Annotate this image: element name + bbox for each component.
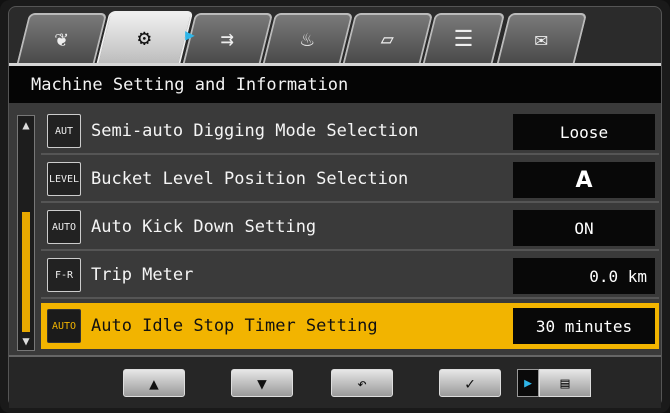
heater-icon: ♨ <box>301 26 315 52</box>
down-button[interactable]: ▼ <box>231 369 293 397</box>
back-button[interactable]: ↶ <box>331 369 393 397</box>
back-arrow-icon: ↶ <box>357 373 367 393</box>
settings-list: ▲ ▼ AUT Semi-auto Digging Mode Selection… <box>9 103 661 355</box>
list-item-label: Bucket Level Position Selection <box>91 169 409 189</box>
list-item-auto-idle-stop[interactable]: AUTO Auto Idle Stop Timer Setting 30 min… <box>41 303 659 349</box>
scroll-up-arrow-icon[interactable]: ▲ <box>18 116 34 134</box>
semi-auto-digging-icon: AUT <box>47 114 81 148</box>
machine-settings-icon: ⚙ <box>138 25 152 51</box>
confirm-button[interactable]: ✓ <box>439 369 501 397</box>
menu-list-icon: ☰ <box>453 26 474 52</box>
trip-meter-icon: F-R <box>47 258 81 292</box>
tab-bar: ❦ ⚙ ▶ ⇉ ♨ ▱ ☰ ✉ <box>9 7 661 63</box>
exhaust-icon: ⇉ <box>221 26 235 52</box>
checkmark-icon: ✓ <box>465 373 475 393</box>
menu-button-group: ▶ ▤ <box>517 369 597 397</box>
monitor-display: ❦ ⚙ ▶ ⇉ ♨ ▱ ☰ ✉ Machine Setting and Info <box>8 6 662 408</box>
manual-book-icon: ▱ <box>381 26 395 52</box>
tab-manual[interactable]: ▱ <box>342 13 434 63</box>
list-item-value: Loose <box>513 114 655 150</box>
mail-icon: ✉ <box>535 26 549 52</box>
list-item-value: ON <box>513 210 655 246</box>
menu-button[interactable]: ▤ <box>539 369 591 397</box>
list-item-auto-kick-down[interactable]: AUTO Auto Kick Down Setting ON <box>41 205 659 251</box>
list-item-label: Auto Kick Down Setting <box>91 217 317 237</box>
tab-machine-settings[interactable]: ⚙ <box>96 11 194 63</box>
bucket-level-icon: LEVEL <box>47 162 81 196</box>
scrollbar[interactable]: ▲ ▼ <box>17 115 35 351</box>
list-item-label: Semi-auto Digging Mode Selection <box>91 121 419 141</box>
scrollbar-thumb[interactable] <box>22 212 30 332</box>
menu-list-icon: ▤ <box>560 374 570 392</box>
leaf-icon: ❦ <box>55 26 69 52</box>
list-item-label: Trip Meter <box>91 265 194 285</box>
menu-pointer-arrow-icon: ▶ <box>517 369 539 397</box>
tab-menu[interactable]: ☰ <box>422 13 506 63</box>
list-item-value: 0.0 km <box>513 258 655 294</box>
list-item-bucket-level[interactable]: LEVEL Bucket Level Position Selection A <box>41 157 659 203</box>
tab-heater[interactable]: ♨ <box>262 13 354 63</box>
tab-mail[interactable]: ✉ <box>496 13 588 63</box>
auto-kick-down-icon: AUTO <box>47 210 81 244</box>
screen-frame: ❦ ⚙ ▶ ⇉ ♨ ▱ ☰ ✉ Machine Setting and Info <box>0 0 670 413</box>
scroll-down-arrow-icon[interactable]: ▼ <box>18 332 34 350</box>
up-button[interactable]: ▲ <box>123 369 185 397</box>
down-arrow-icon: ▼ <box>257 373 267 393</box>
list-item-value: 30 minutes <box>513 308 655 344</box>
tab-eco[interactable]: ❦ <box>16 13 108 63</box>
list-item-semi-auto-digging[interactable]: AUT Semi-auto Digging Mode Selection Loo… <box>41 109 659 155</box>
list-item-value: A <box>513 162 655 198</box>
auto-idle-stop-icon: AUTO <box>47 309 81 343</box>
tab-pointer-arrow-icon: ▶ <box>185 24 195 44</box>
list-item-label: Auto Idle Stop Timer Setting <box>91 316 378 336</box>
list-item-trip-meter[interactable]: F-R Trip Meter 0.0 km <box>41 253 659 299</box>
page-title: Machine Setting and Information <box>9 63 661 103</box>
button-bar: ▲ ▼ ↶ ✓ ▶ ▤ <box>9 355 661 408</box>
up-arrow-icon: ▲ <box>149 373 159 393</box>
